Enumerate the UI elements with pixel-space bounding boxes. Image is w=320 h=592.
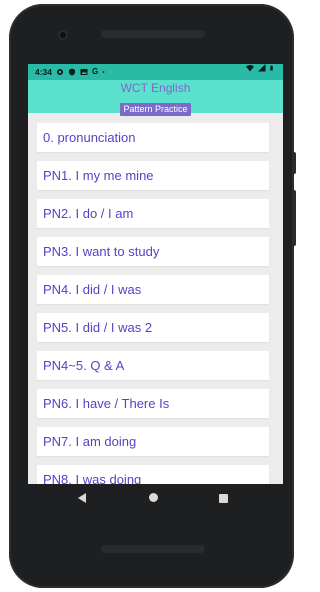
recent-apps-icon[interactable]: [219, 494, 228, 503]
list-item-pn5[interactable]: PN5. I did / I was 2: [37, 313, 269, 342]
power-button: [292, 152, 296, 174]
settings-icon: [57, 69, 64, 75]
app-header: WCT English Pattern Practice: [28, 80, 283, 116]
photo-icon: [80, 69, 88, 75]
pattern-list[interactable]: 0. pronunciation PN1. I my me mine PN2. …: [28, 113, 283, 514]
list-item-label: PN6. I have / There Is: [43, 396, 170, 411]
list-item-pn4[interactable]: PN4. I did / I was: [37, 275, 269, 304]
list-item-label: PN4. I did / I was: [43, 282, 142, 297]
top-speaker: [101, 30, 205, 38]
signal-icon: [258, 64, 266, 72]
list-item-label: PN7. I am doing: [43, 434, 137, 449]
list-item-label: PN1. I my me mine: [43, 168, 154, 183]
volume-button: [292, 190, 296, 246]
list-item-label: PN4~5. Q & A: [43, 358, 125, 373]
list-item-pn7[interactable]: PN7. I am doing: [37, 427, 269, 456]
bottom-speaker: [101, 545, 205, 553]
wifi-icon: [246, 65, 254, 72]
list-item-label: PN3. I want to study: [43, 244, 160, 259]
list-item-pn1[interactable]: PN1. I my me mine: [37, 161, 269, 190]
list-item-label: 0. pronunciation: [43, 130, 136, 145]
list-item-label: PN5. I did / I was 2: [43, 320, 153, 335]
list-item-pn4-5[interactable]: PN4~5. Q & A: [37, 351, 269, 380]
list-item-pn6[interactable]: PN6. I have / There Is: [37, 389, 269, 418]
front-camera: [58, 30, 68, 40]
app-title: WCT English: [120, 81, 191, 95]
home-icon[interactable]: [149, 493, 158, 502]
shield-icon: [69, 68, 76, 76]
dot-icon: [102, 71, 105, 73]
list-item-pronunciation[interactable]: 0. pronunciation: [37, 123, 269, 152]
status-time: 4:34: [35, 67, 53, 77]
list-item-label: PN2. I do / I am: [43, 206, 134, 221]
google-icon: G: [92, 67, 99, 76]
list-item-pn2[interactable]: PN2. I do / I am: [37, 199, 269, 228]
list-item-pn3[interactable]: PN3. I want to study: [37, 237, 269, 266]
back-icon[interactable]: [78, 493, 86, 503]
battery-icon: [270, 65, 273, 71]
status-bar: 4:34 G: [28, 64, 283, 80]
screen: 4:34 G WCT English Pattern Practice 0. p…: [28, 64, 283, 514]
